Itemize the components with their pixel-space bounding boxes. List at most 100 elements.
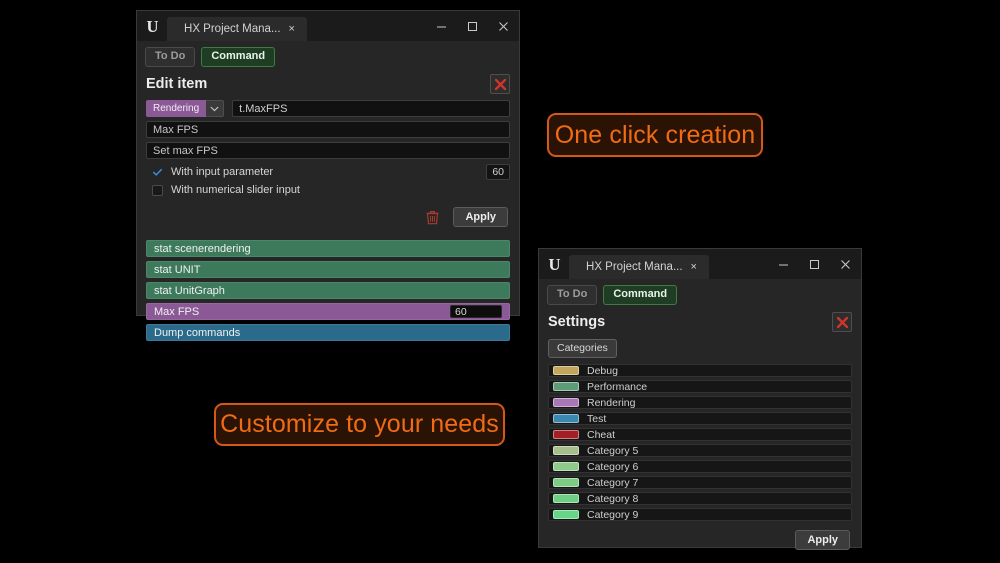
category-label: Performance (587, 380, 648, 393)
close-icon[interactable] (830, 249, 861, 279)
category-label: Cheat (587, 428, 616, 441)
svg-text:U: U (146, 17, 158, 36)
trash-icon[interactable] (426, 210, 439, 225)
option-with-input-parameter[interactable]: With input parameter 60 (146, 163, 510, 181)
window-tab-hx-project-manager[interactable]: HX Project Mana... × (167, 17, 307, 41)
categories-button[interactable]: Categories (548, 339, 617, 358)
window-tab-label: HX Project Mana... (184, 23, 281, 35)
window-controls (768, 249, 861, 279)
category-color-swatch[interactable] (553, 414, 579, 423)
apply-button[interactable]: Apply (795, 530, 850, 550)
screenshot-root: U HX Project Mana... × To Do Command Edi… (0, 0, 1000, 563)
window-settings: U HX Project Mana... × To Do Command Set… (538, 248, 862, 550)
mode-tabstrip: To Do Command (539, 279, 861, 310)
callout-text: One click creation (554, 120, 756, 149)
category-label: Category 9 (587, 508, 639, 521)
settings-actions: Apply (548, 521, 852, 550)
category-row[interactable]: Category 6 (548, 460, 852, 473)
command-label: stat UnitGraph (154, 284, 225, 297)
command-list-item[interactable]: stat UnitGraph (146, 282, 510, 299)
tab-command[interactable]: Command (201, 47, 276, 67)
command-value-input[interactable]: 60 (450, 305, 502, 318)
page-title: Edit item (146, 76, 208, 92)
edit-item-actions: Apply (146, 204, 510, 230)
maximize-icon[interactable] (799, 249, 830, 279)
command-label: stat scenerendering (154, 242, 251, 255)
command-label: Max FPS (154, 305, 200, 318)
svg-text:U: U (548, 255, 560, 274)
category-color-swatch[interactable] (553, 398, 579, 407)
command-input[interactable]: t.MaxFPS (232, 100, 510, 117)
window-edit-titlebar: U HX Project Mana... × (137, 11, 519, 41)
minimize-icon[interactable] (768, 249, 799, 279)
tab-to-do[interactable]: To Do (145, 47, 196, 67)
option-label: With numerical slider input (171, 184, 300, 196)
command-list-item[interactable]: Max FPS 60 (146, 303, 510, 320)
category-row[interactable]: Test (548, 412, 852, 425)
window-tab-hx-project-manager[interactable]: HX Project Mana... × (569, 255, 709, 279)
category-label: Category 8 (587, 492, 639, 505)
category-row[interactable]: Cheat (548, 428, 852, 441)
page-title: Settings (548, 314, 606, 330)
callout-one-click-creation: One click creation (547, 113, 763, 157)
window-edit-item: U HX Project Mana... × To Do Command Edi… (136, 10, 520, 341)
input-parameter-value[interactable]: 60 (486, 164, 510, 180)
category-color-swatch[interactable] (553, 462, 579, 471)
command-list-item[interactable]: Dump commands (146, 324, 510, 341)
mode-tabstrip: To Do Command (137, 41, 519, 72)
apply-button[interactable]: Apply (453, 207, 508, 227)
tab-to-do[interactable]: To Do (547, 285, 598, 305)
window-settings-titlebar: U HX Project Mana... × (539, 249, 861, 279)
categories-button-wrap: Categories (548, 338, 852, 364)
tab-close-icon[interactable]: × (289, 23, 295, 35)
category-list: Debug Performance Rendering Test Cheat C… (548, 364, 852, 521)
window-tab-label: HX Project Mana... (586, 261, 683, 273)
display-name-input[interactable]: Max FPS (146, 121, 510, 138)
category-label: Test (587, 412, 607, 425)
category-label: Category 5 (587, 444, 639, 457)
category-color-swatch[interactable] (553, 510, 579, 519)
category-color-swatch[interactable] (553, 494, 579, 503)
category-label: Category 7 (587, 476, 639, 489)
category-color-swatch[interactable] (553, 478, 579, 487)
edit-item-header: Edit item (137, 72, 519, 100)
category-row[interactable]: Performance (548, 380, 852, 393)
option-label: With input parameter (171, 166, 274, 178)
category-row[interactable]: Category 9 (548, 508, 852, 521)
callout-customize-to-your-needs: Customize to your needs (214, 403, 505, 446)
category-row[interactable]: Category 8 (548, 492, 852, 505)
checkbox-unchecked-icon[interactable] (152, 184, 163, 196)
checkbox-checked-icon[interactable] (152, 167, 163, 178)
close-icon[interactable] (488, 11, 519, 41)
minimize-icon[interactable] (426, 11, 457, 41)
option-with-slider-input[interactable]: With numerical slider input (146, 181, 510, 199)
tab-command[interactable]: Command (603, 285, 678, 305)
close-red-icon[interactable] (490, 74, 510, 94)
category-row[interactable]: Debug (548, 364, 852, 377)
category-row[interactable]: Category 5 (548, 444, 852, 457)
unreal-engine-logo-icon: U (539, 249, 569, 279)
window-controls (426, 11, 519, 41)
close-red-icon[interactable] (832, 312, 852, 332)
category-color-swatch[interactable] (553, 446, 579, 455)
category-select-badge[interactable]: Rendering (146, 100, 207, 117)
command-label: stat UNIT (154, 263, 201, 276)
unreal-engine-logo-icon: U (137, 11, 167, 41)
category-color-swatch[interactable] (553, 366, 579, 375)
chevron-down-icon[interactable] (206, 100, 225, 117)
settings-header: Settings (539, 310, 861, 338)
command-list-item[interactable]: stat scenerendering (146, 240, 510, 257)
tab-close-icon[interactable]: × (691, 261, 697, 273)
description-input[interactable]: Set max FPS (146, 142, 510, 159)
category-row[interactable]: Category 7 (548, 476, 852, 489)
command-label: Dump commands (154, 326, 241, 339)
category-color-swatch[interactable] (553, 382, 579, 391)
command-list-item[interactable]: stat UNIT (146, 261, 510, 278)
category-color-swatch[interactable] (553, 430, 579, 439)
maximize-icon[interactable] (457, 11, 488, 41)
settings-body: Categories Debug Performance Rendering T… (539, 338, 861, 556)
category-row[interactable]: Rendering (548, 396, 852, 409)
category-label: Rendering (587, 396, 636, 409)
category-label: Debug (587, 364, 618, 377)
edit-item-form: Rendering t.MaxFPS Max FPS Set max FPS W… (137, 100, 519, 236)
